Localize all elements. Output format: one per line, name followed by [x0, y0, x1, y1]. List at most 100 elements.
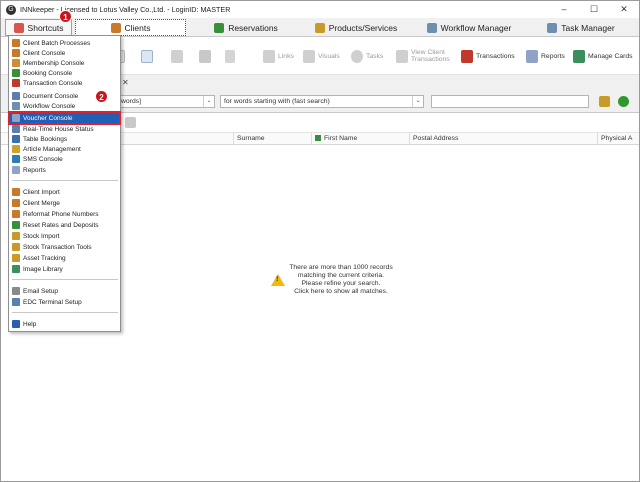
- workflow-icon: [426, 22, 437, 33]
- view-client-label: View Client: [411, 49, 445, 56]
- minimize-button[interactable]: –: [549, 1, 579, 18]
- asset-icon: [12, 254, 20, 262]
- document-console-icon: [12, 92, 20, 100]
- search-mode-select[interactable]: for words starting with (fast search) ⌄: [220, 95, 424, 108]
- reports-menu-icon: [12, 166, 20, 174]
- booking-icon: [12, 69, 20, 77]
- menu-label: Reports: [23, 166, 46, 174]
- toolbar-button-b[interactable]: [141, 43, 156, 69]
- tasks-button[interactable]: Tasks: [351, 43, 383, 69]
- menu-item-client-merge[interactable]: Client Merge: [10, 198, 119, 208]
- sort-icon: [315, 135, 321, 142]
- tab-products-services[interactable]: Products/Services: [301, 19, 411, 36]
- go-search-icon[interactable]: [618, 96, 629, 107]
- tab-task-manager[interactable]: Task Manager: [527, 19, 635, 36]
- transactions-sub-label: Transactions: [411, 56, 450, 63]
- menu-separator: [12, 180, 118, 181]
- toolbar-button-d[interactable]: [199, 43, 214, 69]
- menu-label: Reformat Phone Numbers: [23, 210, 99, 218]
- callout-badge-1: 1: [59, 10, 72, 23]
- manage-cards-button[interactable]: Manage Cards: [573, 43, 633, 69]
- close-button[interactable]: ✕: [609, 1, 639, 18]
- reports-icon: [526, 49, 538, 63]
- task-icon: [547, 22, 558, 33]
- toolbar-button-e[interactable]: [225, 43, 238, 69]
- clients-icon: [110, 22, 121, 33]
- view-client-transactions-button[interactable]: View Client Transactions: [396, 43, 450, 69]
- tab-label: Clients: [124, 22, 151, 33]
- notice-line: matching the current criteria.: [297, 272, 385, 279]
- menu-item-edc-terminal-setup[interactable]: EDC Terminal Setup: [10, 297, 119, 307]
- close-panel-icon[interactable]: ✕: [122, 78, 129, 87]
- menu-item-image-library[interactable]: Image Library: [10, 264, 119, 274]
- menu-item-reports[interactable]: Reports: [10, 165, 119, 175]
- menu-label: Reset Rates and Deposits: [23, 221, 99, 229]
- email-icon: [12, 287, 20, 295]
- menu-item-membership-console[interactable]: Membership Console: [10, 58, 119, 68]
- window-controls: – ☐ ✕: [549, 1, 639, 18]
- reports-button[interactable]: Reports: [526, 43, 565, 69]
- menu-item-client-console[interactable]: Client Console: [10, 48, 119, 58]
- menu-item-sms-console[interactable]: SMS Console: [10, 154, 119, 164]
- menu-item-table-bookings[interactable]: Table Bookings: [10, 134, 119, 144]
- menu-label: Client Import: [23, 188, 60, 196]
- tab-reservations[interactable]: Reservations: [191, 19, 301, 36]
- menu-label: Email Setup: [23, 287, 59, 295]
- links-label: Links: [278, 52, 294, 60]
- view-transactions-icon: [396, 49, 408, 63]
- transactions-button[interactable]: Transactions: [461, 43, 515, 69]
- article-icon: [12, 145, 20, 153]
- menu-label: Help: [23, 320, 37, 328]
- menu-item-client-import[interactable]: Client Import: [10, 187, 119, 197]
- menu-item-reset-rates[interactable]: Reset Rates and Deposits: [10, 220, 119, 230]
- batch-icon: [12, 39, 20, 47]
- menu-item-stock-import[interactable]: Stock Import: [10, 231, 119, 241]
- print-list-icon[interactable]: [125, 117, 136, 128]
- menu-label: Stock Transaction Tools: [23, 243, 92, 251]
- search-field-select[interactable]: words] ⌄: [117, 95, 215, 108]
- tab-workflow-manager[interactable]: Workflow Manager: [413, 19, 525, 36]
- page-icon: [141, 49, 153, 63]
- chevron-down-icon: ⌄: [412, 96, 423, 107]
- col-postal-address[interactable]: Postal Address: [409, 133, 597, 145]
- menu-item-stock-transaction-tools[interactable]: Stock Transaction Tools: [10, 242, 119, 252]
- stock-import-icon: [12, 232, 20, 240]
- too-many-records-notice[interactable]: ! There are more than 1000 records match…: [271, 264, 441, 304]
- links-button[interactable]: Links: [263, 43, 294, 69]
- menu-item-asset-tracking[interactable]: Asset Tracking: [10, 253, 119, 263]
- menu-item-email-setup[interactable]: Email Setup: [10, 286, 119, 296]
- menu-label: SMS Console: [23, 155, 63, 163]
- visuals-icon: [303, 49, 315, 63]
- menu-label: Voucher Console: [23, 114, 73, 122]
- visuals-button[interactable]: Visuals: [303, 43, 340, 69]
- menu-item-real-time-house-status[interactable]: Real-Time House Status: [10, 124, 119, 134]
- col-surname[interactable]: Surname: [233, 133, 311, 145]
- search-options-icon[interactable]: [599, 96, 610, 107]
- menu-item-client-batch-processes[interactable]: Client Batch Processes: [10, 38, 119, 48]
- client-merge-icon: [12, 199, 20, 207]
- menu-item-transaction-console[interactable]: Transaction Console: [10, 78, 119, 88]
- notice-message: There are more than 1000 records matchin…: [286, 264, 396, 296]
- menu-item-article-management[interactable]: Article Management: [10, 144, 119, 154]
- terminal-icon: [12, 298, 20, 306]
- search-input[interactable]: [431, 95, 589, 108]
- show-all-link[interactable]: Click here to show all matches.: [286, 288, 396, 296]
- menu-item-reformat-phone-numbers[interactable]: Reformat Phone Numbers: [10, 209, 119, 219]
- menu-label: Image Library: [23, 265, 63, 273]
- col-first-name[interactable]: First Name: [311, 133, 409, 145]
- shortcuts-menu: Client Batch Processes Client Console Me…: [8, 35, 121, 332]
- menu-item-voucher-console[interactable]: Voucher Console: [8, 111, 121, 125]
- workflow-console-icon: [12, 102, 20, 110]
- app-logo-icon: G: [6, 4, 16, 15]
- toolbar-button-c[interactable]: [171, 43, 186, 69]
- print-icon: [199, 49, 211, 63]
- client-console-icon: [12, 49, 20, 57]
- col-physical-address[interactable]: Physical A: [597, 133, 639, 145]
- menu-label: Table Bookings: [23, 135, 68, 143]
- menu-item-help[interactable]: Help: [10, 319, 119, 329]
- menu-item-booking-console[interactable]: Booking Console: [10, 68, 119, 78]
- maximize-button[interactable]: ☐: [579, 1, 609, 18]
- menu-label: EDC Terminal Setup: [23, 298, 82, 306]
- visuals-label: Visuals: [318, 52, 340, 60]
- tab-clients[interactable]: Clients: [75, 19, 186, 36]
